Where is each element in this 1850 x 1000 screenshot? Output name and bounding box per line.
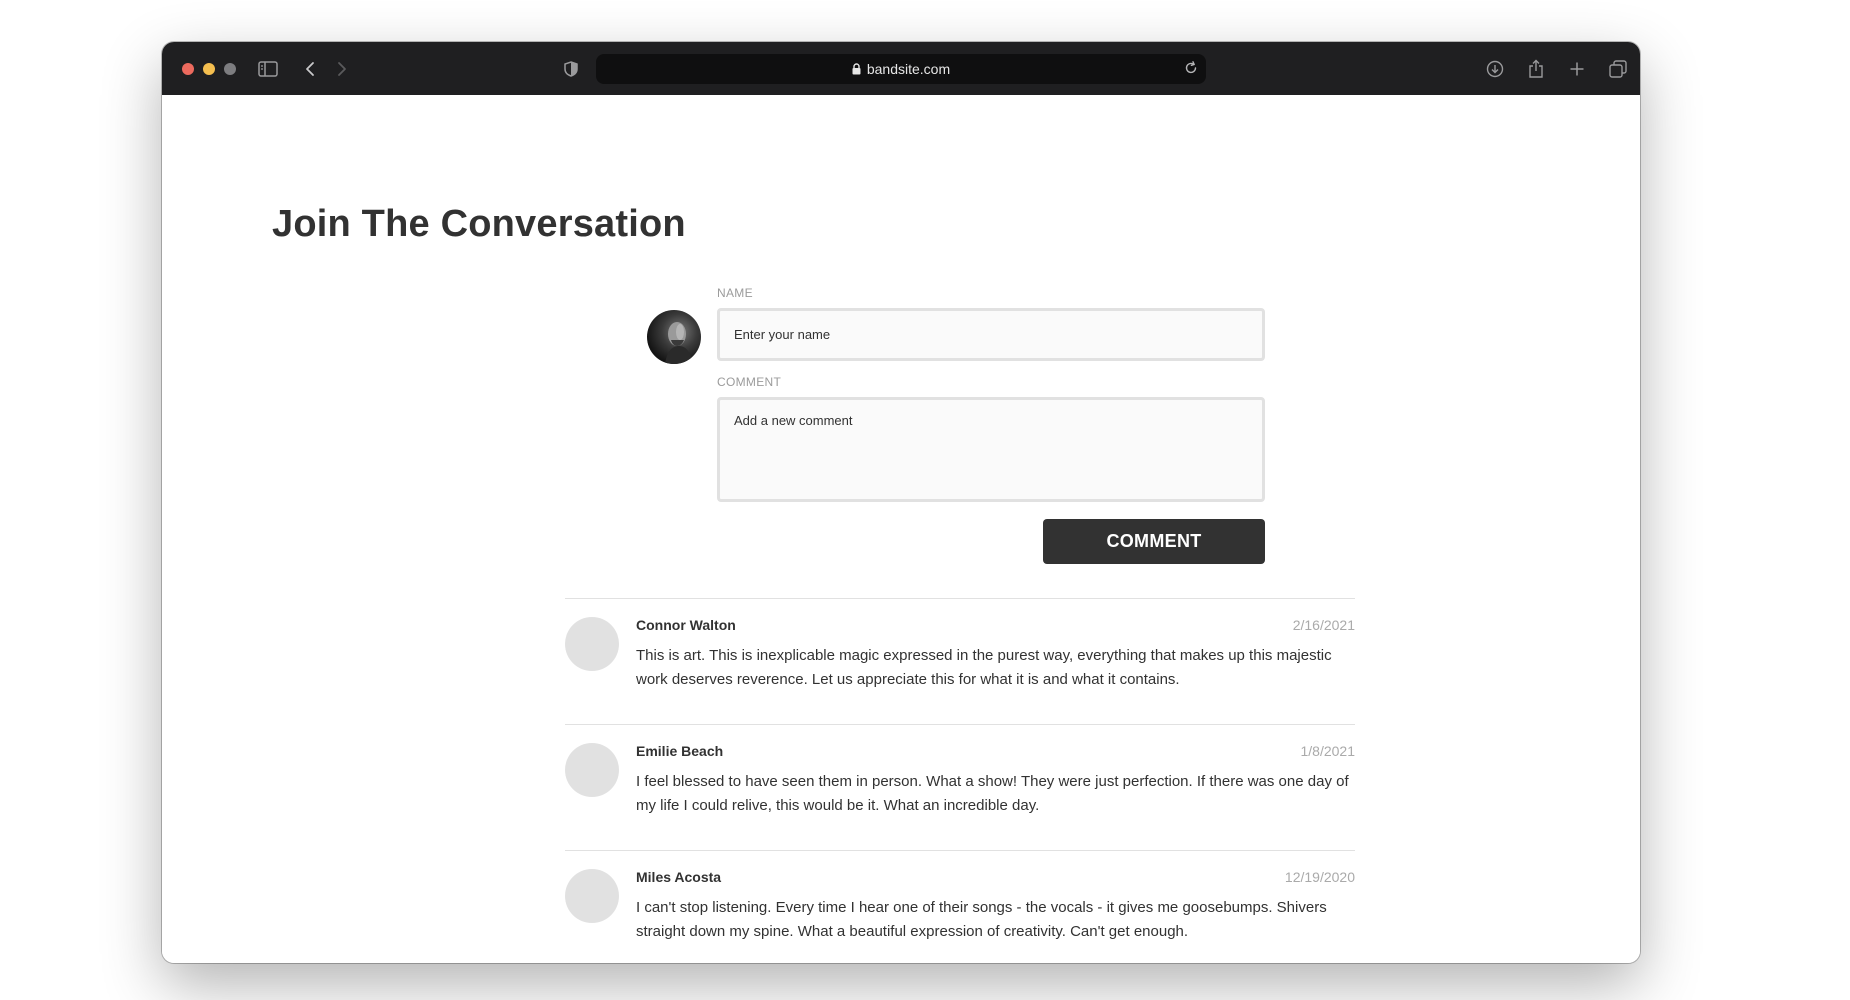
lock-icon (852, 63, 861, 75)
comment-author: Connor Walton (636, 617, 736, 633)
back-icon[interactable] (296, 55, 324, 83)
comment-textarea[interactable] (717, 397, 1265, 502)
comment-text: I feel blessed to have seen them in pers… (636, 773, 1349, 814)
name-label: NAME (717, 286, 753, 300)
url-text: bandsite.com (866, 61, 951, 77)
browser-window: bandsite.com Join The Conversation NAME … (162, 42, 1640, 963)
download-icon[interactable] (1481, 55, 1509, 83)
comment-form: NAME COMMENT COMMENT (647, 280, 1267, 564)
comment-date: 12/19/2020 (1284, 869, 1355, 885)
comment-label: COMMENT (717, 375, 782, 389)
comment-item: Emilie Beach 1/8/2021 I feel blessed to … (565, 725, 1355, 850)
sidebar-toggle-icon[interactable] (254, 55, 282, 83)
forward-icon[interactable] (328, 55, 356, 83)
comment-text: This is art. This is inexplicable magic … (636, 647, 1332, 688)
browser-toolbar: bandsite.com (162, 42, 1640, 95)
share-icon[interactable] (1522, 55, 1550, 83)
comment-date: 1/8/2021 (1300, 743, 1356, 759)
reload-icon[interactable] (1184, 61, 1198, 78)
user-avatar (647, 310, 701, 364)
address-bar[interactable]: bandsite.com (596, 54, 1206, 84)
avatar-placeholder (565, 617, 619, 671)
minimize-window-button[interactable] (203, 63, 215, 75)
name-input[interactable] (717, 308, 1265, 361)
privacy-shield-icon[interactable] (557, 55, 585, 83)
comment-date: 2/16/2021 (1292, 617, 1355, 633)
comment-submit-button[interactable]: COMMENT (1043, 519, 1265, 564)
tab-overview-icon[interactable] (1604, 55, 1632, 83)
avatar-placeholder (565, 743, 619, 797)
page-content: Join The Conversation NAME COMMENT COMME… (162, 95, 1640, 963)
avatar-placeholder (565, 869, 619, 923)
comment-list: Connor Walton 2/16/2021 This is art. Thi… (565, 598, 1355, 963)
comment-author: Emilie Beach (636, 743, 724, 759)
comment-text: I can't stop listening. Every time I hea… (636, 899, 1327, 940)
comment-author: Miles Acosta (636, 869, 722, 885)
page-title: Join The Conversation (272, 203, 686, 245)
close-window-button[interactable] (182, 63, 194, 75)
zoom-window-button[interactable] (224, 63, 236, 75)
comment-item: Miles Acosta 12/19/2020 I can't stop lis… (565, 851, 1355, 963)
comment-item: Connor Walton 2/16/2021 This is art. Thi… (565, 599, 1355, 724)
new-tab-icon[interactable] (1563, 55, 1591, 83)
